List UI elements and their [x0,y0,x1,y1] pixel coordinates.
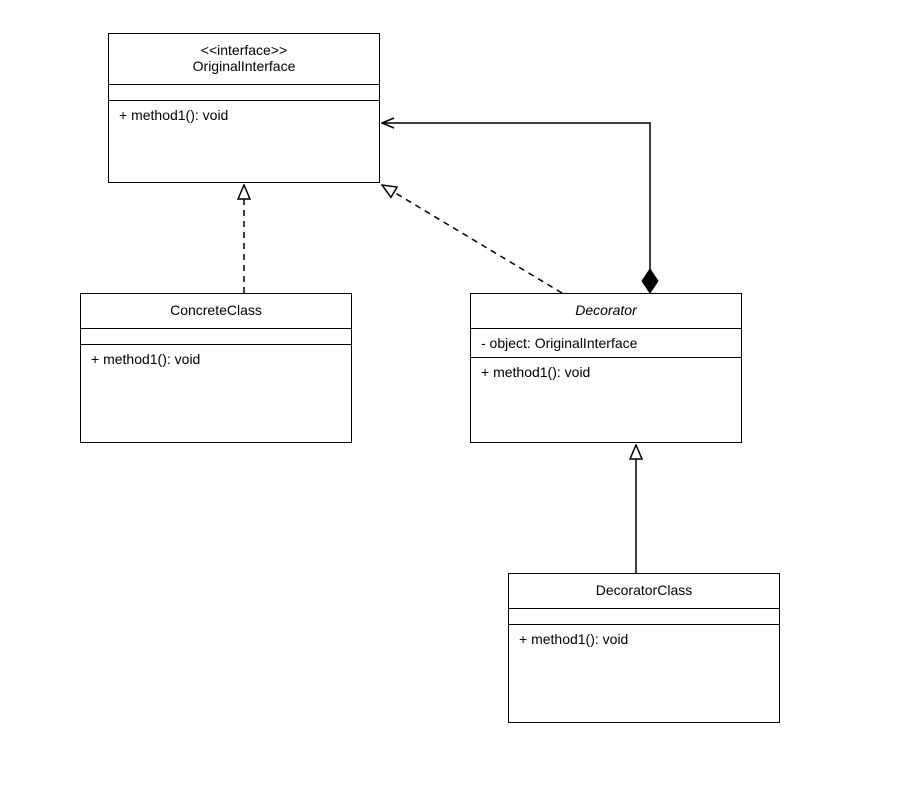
attributes-compartment: - object: OriginalInterface [471,328,741,357]
stereotype-label: <<interface>> [119,42,369,58]
class-name-label: DecoratorClass [519,582,769,598]
class-title: Decorator [471,294,741,328]
edge-decorator-composes-interface [382,123,658,293]
operations-compartment: + method1(): void [471,357,741,442]
edge-decorator-realizes-interface [382,185,562,293]
attributes-compartment [81,328,351,344]
operations-compartment: + method1(): void [81,344,351,442]
uml-diagram: <<interface>> OriginalInterface + method… [0,0,904,791]
class-original-interface: <<interface>> OriginalInterface + method… [108,33,380,183]
class-title: DecoratorClass [509,574,779,608]
class-name-label: OriginalInterface [119,58,369,74]
class-name-label: Decorator [481,302,731,318]
operations-compartment: + method1(): void [109,100,379,182]
attributes-compartment [109,84,379,100]
class-decorator-class: DecoratorClass + method1(): void [508,573,780,723]
class-title: ConcreteClass [81,294,351,328]
class-decorator: Decorator - object: OriginalInterface + … [470,293,742,443]
class-concrete-class: ConcreteClass + method1(): void [80,293,352,443]
class-name-label: ConcreteClass [91,302,341,318]
class-title: <<interface>> OriginalInterface [109,34,379,84]
operations-compartment: + method1(): void [509,624,779,722]
attributes-compartment [509,608,779,624]
